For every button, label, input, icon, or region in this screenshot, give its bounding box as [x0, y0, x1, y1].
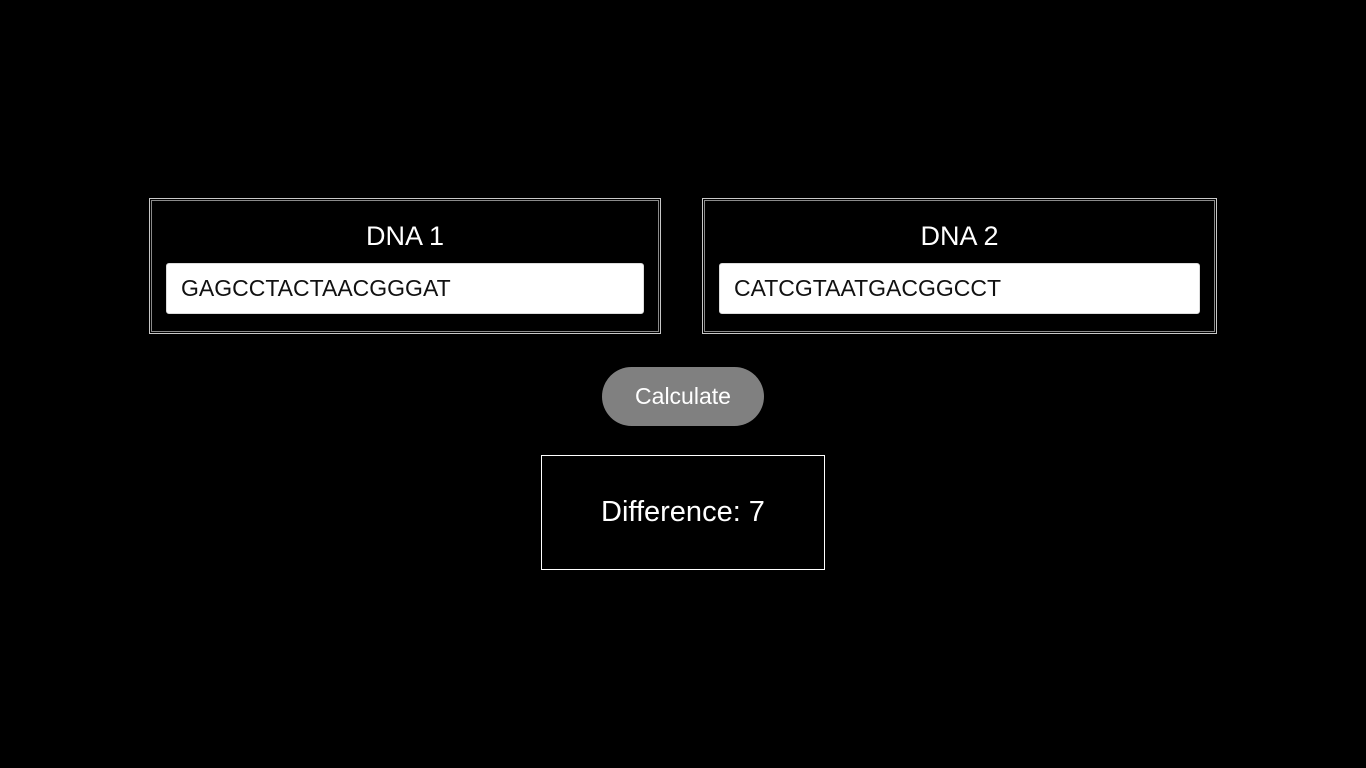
result-box: Difference: 7	[541, 455, 825, 570]
app-container: DNA 1 DNA 2 Calculate Difference: 7	[0, 0, 1366, 768]
dna1-input[interactable]	[166, 263, 644, 314]
dna2-panel: DNA 2	[702, 198, 1217, 334]
calculate-button[interactable]: Calculate	[602, 367, 764, 426]
dna2-label: DNA 2	[920, 221, 999, 251]
dna2-input[interactable]	[719, 263, 1200, 314]
dna1-label: DNA 1	[365, 221, 445, 251]
dna1-panel: DNA 1	[149, 198, 661, 334]
result-text: Difference: 7	[601, 496, 765, 528]
